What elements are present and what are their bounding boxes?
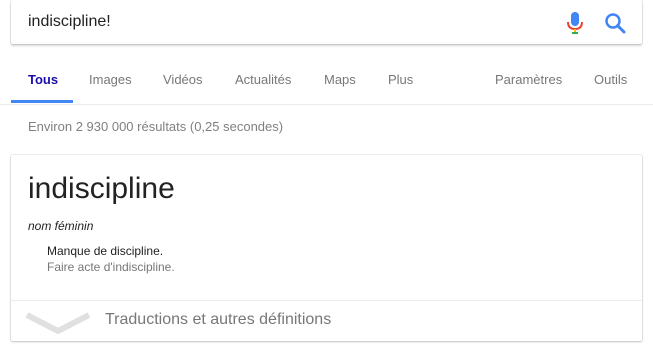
definition-example: Faire acte d'indiscipline. — [47, 260, 175, 274]
tab-more[interactable]: Plus — [388, 72, 413, 87]
search-box[interactable] — [11, 0, 642, 44]
search-tabs: Tous Images Vidéos Actualités Maps Plus … — [0, 54, 653, 105]
active-tab-indicator — [11, 100, 73, 103]
tab-settings[interactable]: Paramètres — [495, 72, 562, 87]
tab-tools[interactable]: Outils — [594, 72, 627, 87]
tab-news[interactable]: Actualités — [235, 72, 291, 87]
expand-label: Traductions et autres définitions — [105, 311, 332, 328]
search-icon[interactable] — [604, 12, 626, 34]
expand-definitions-button[interactable]: Traductions et autres définitions — [11, 301, 642, 341]
dictionary-card: indiscipline nom féminin Manque de disci… — [11, 155, 642, 341]
result-stats: Environ 2 930 000 résultats (0,25 second… — [28, 119, 284, 134]
microphone-icon[interactable] — [566, 11, 584, 35]
tab-all[interactable]: Tous — [28, 72, 58, 87]
dictionary-word: indiscipline — [28, 172, 175, 205]
search-input[interactable] — [28, 9, 548, 35]
tab-videos[interactable]: Vidéos — [163, 72, 203, 87]
chevron-down-icon — [25, 311, 91, 335]
tab-maps[interactable]: Maps — [324, 72, 356, 87]
part-of-speech: nom féminin — [28, 219, 94, 233]
tab-images[interactable]: Images — [89, 72, 132, 87]
definition-text: Manque de discipline. — [47, 244, 164, 258]
